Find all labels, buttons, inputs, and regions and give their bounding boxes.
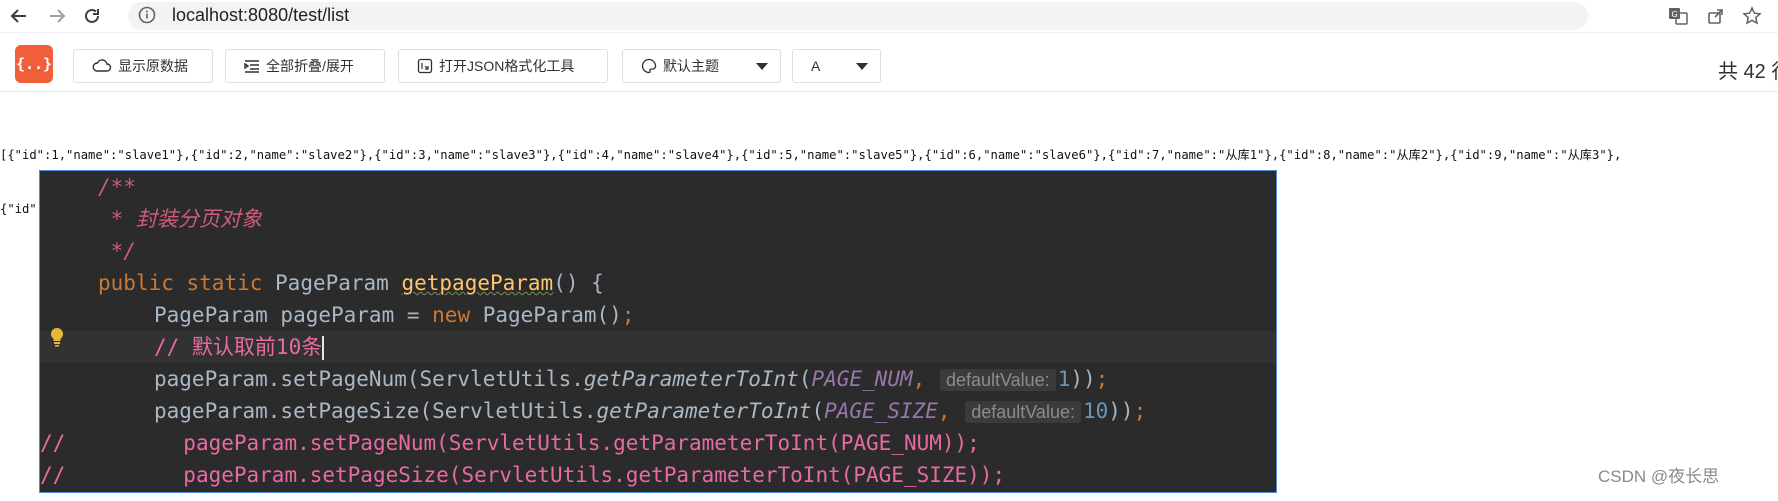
open-json-tool-button[interactable]: 打开JSON格式化工具 <box>398 49 608 83</box>
javadoc-end: */ <box>98 239 136 263</box>
method-name: getpageParam <box>401 271 554 295</box>
code-screenshot: /** * 封装分页对象 */ public static PageParam … <box>39 170 1277 493</box>
font-icon: A <box>811 58 821 74</box>
comma: , <box>912 367 926 391</box>
code-text: () { <box>553 271 604 295</box>
code-text: ( <box>811 399 825 423</box>
line-comment: pageParam.setPageSize(ServletUtils.getPa… <box>183 463 1006 487</box>
theme-select[interactable]: 默认主题 <box>622 49 781 83</box>
bookmark-button[interactable] <box>1740 4 1764 28</box>
open-json-tool-label: 打开JSON格式化工具 <box>439 58 575 74</box>
keyword: static <box>186 271 263 295</box>
javadoc-start: /** <box>98 175 136 199</box>
text-cursor <box>322 336 325 360</box>
code-text: )) <box>1070 367 1096 391</box>
javadoc-text: * 封装分页对象 <box>98 207 262 231</box>
json-viewer-logo: {..} <box>15 45 53 83</box>
share-button[interactable] <box>1704 4 1728 28</box>
line-comment-marker: // <box>40 431 66 455</box>
browser-address-bar: localhost:8080/test/list G <box>0 0 1778 32</box>
code-text: ( <box>798 367 812 391</box>
translate-button[interactable]: G <box>1666 4 1690 28</box>
code-line: /** <box>40 171 1276 203</box>
static-method: getParameterToInt <box>596 399 812 423</box>
line-count: 共 42 行 <box>1718 61 1778 83</box>
watermark: CSDN @夜长思 <box>1598 467 1720 486</box>
arrow-left-icon <box>10 9 26 23</box>
code-line-current[interactable]: // 默认取前10条 <box>40 331 1276 363</box>
back-button[interactable] <box>6 3 32 29</box>
cloud-icon <box>92 59 112 72</box>
fold-icon <box>244 60 259 73</box>
translate-icon: G <box>1669 8 1688 25</box>
code-line: // pageParam.setPageNum(ServletUtils.getP… <box>40 427 1276 459</box>
semicolon: ; <box>621 303 635 327</box>
keyword: public <box>98 271 174 295</box>
json-tool-icon <box>417 58 433 74</box>
code-text: )) <box>1108 399 1134 423</box>
comma: , <box>937 399 951 423</box>
code-line: */ <box>40 235 1276 267</box>
type-name: PageParam <box>275 271 389 295</box>
code-text: pageParam.setPageSize(ServletUtils. <box>154 399 597 423</box>
line-comment: pageParam.setPageNum(ServletUtils.getPar… <box>183 431 980 455</box>
fold-all-label: 全部折叠/展开 <box>266 58 354 74</box>
star-icon <box>1742 6 1762 25</box>
fold-all-button[interactable]: 全部折叠/展开 <box>225 49 385 83</box>
code-line: pageParam.setPageNum(ServletUtils.getPar… <box>40 363 1276 395</box>
number: 10 <box>1082 399 1109 423</box>
arrow-right-icon <box>50 9 66 23</box>
code-text: PageParam() <box>470 303 622 327</box>
number: 1 <box>1057 367 1071 391</box>
reload-icon <box>85 8 99 23</box>
constant: PAGE_NUM <box>811 367 913 391</box>
code-line: * 封装分页对象 <box>40 203 1276 235</box>
line-comment: // 默认取前10条 <box>154 335 323 359</box>
keyword: new <box>432 303 471 327</box>
theme-label: 默认主题 <box>663 58 719 74</box>
font-select[interactable]: A <box>792 49 881 83</box>
svg-text:G: G <box>1672 10 1678 19</box>
semicolon: ; <box>1095 367 1109 391</box>
forward-button[interactable] <box>44 3 70 29</box>
chevron-down-icon <box>756 63 768 70</box>
parameter-hint: defaultValue: <box>965 401 1081 423</box>
info-icon[interactable] <box>138 6 156 24</box>
show-raw-button[interactable]: 显示原数据 <box>73 49 213 83</box>
share-icon <box>1708 9 1723 24</box>
parameter-hint: defaultValue: <box>939 369 1056 391</box>
code-text: PageParam pageParam = <box>154 303 433 327</box>
url-text[interactable]: localhost:8080/test/list <box>172 5 349 26</box>
raw-json-line-1: [{"id":1,"name":"slave1"},{"id":2,"name"… <box>0 148 1622 162</box>
code-text: pageParam.setPageNum(ServletUtils. <box>154 367 584 391</box>
code-line: // pageParam.setPageSize(ServletUtils.get… <box>40 459 1276 491</box>
line-comment-marker: // <box>40 463 66 487</box>
lightbulb-icon[interactable] <box>48 326 66 348</box>
code-line: public static PageParam getpageParam() { <box>40 267 1276 299</box>
static-method: getParameterToInt <box>583 367 799 391</box>
code-line: PageParam pageParam = new PageParam(); <box>40 299 1276 331</box>
show-raw-label: 显示原数据 <box>118 58 188 74</box>
chevron-down-icon <box>856 63 868 70</box>
palette-icon <box>641 58 657 74</box>
code-line: pageParam.setPageSize(ServletUtils.getPa… <box>40 395 1276 427</box>
semicolon: ; <box>1133 399 1147 423</box>
reload-button[interactable] <box>79 3 105 29</box>
constant: PAGE_SIZE <box>824 399 938 423</box>
